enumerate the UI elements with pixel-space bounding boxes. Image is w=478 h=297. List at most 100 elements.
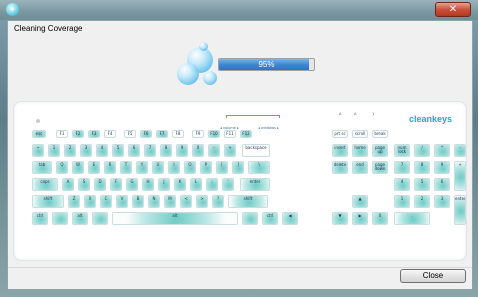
key-label: F10 <box>210 131 218 136</box>
keyboard-key: J <box>158 178 170 191</box>
bubble <box>203 71 217 85</box>
key-label: home <box>354 145 366 150</box>
keyboard-key: X <box>84 195 96 208</box>
key-label: backspace <box>245 145 267 150</box>
progress-label: 95% <box>258 60 275 69</box>
key-label: ; <box>211 179 213 184</box>
key-label: page down <box>374 162 386 172</box>
keyboard-key: Y <box>136 161 148 174</box>
app-icon: ✦ <box>6 3 19 16</box>
key-label: V <box>120 196 124 201</box>
keyboard-key: esc <box>32 130 46 138</box>
coverage-progress-bar: 95% <box>218 58 315 71</box>
key-label: B <box>136 196 140 201</box>
keyboard-key: 9 <box>434 161 450 174</box>
key-label: ] <box>237 162 239 167</box>
keyboard-key: end <box>352 161 368 174</box>
key-label: insert <box>334 145 346 150</box>
key-label: caps <box>40 179 50 184</box>
key-label: P <box>204 162 208 167</box>
fn-legend-bracket <box>226 115 280 118</box>
keyboard-key: ; <box>206 178 218 191</box>
keyboard-key: Q <box>56 161 68 174</box>
key-label: [ <box>221 162 223 167</box>
keyboard-key: + <box>454 161 466 191</box>
lock-indicator-label: A <box>354 112 357 116</box>
keyboard-key: backspace <box>242 144 270 157</box>
key-label: Q <box>60 162 64 167</box>
keyboard-key: 9 <box>176 144 188 157</box>
keyboard-key: Z <box>68 195 80 208</box>
key-label: 2 <box>420 196 424 201</box>
keyboard-key <box>52 212 68 225</box>
key-label: M <box>168 196 172 201</box>
key-label: 9 <box>440 162 444 167</box>
keyboard-key: 8 <box>414 161 430 174</box>
key-label: 5 <box>420 179 424 184</box>
keyboard-key: B <box>132 195 144 208</box>
keyboard-key: O <box>184 161 196 174</box>
key-label: scroll <box>354 131 366 136</box>
key-label: 2 <box>68 145 72 150</box>
keyboard-key: break <box>372 130 388 138</box>
keyboard-key: G <box>126 178 138 191</box>
key-label: alt <box>77 213 83 218</box>
keyboard-key: A <box>62 178 74 191</box>
keyboard-key: W <box>72 161 84 174</box>
key-label: shift <box>243 196 253 201</box>
key-label: F11 <box>226 131 234 136</box>
key-label: 0 <box>378 213 382 218</box>
keyboard-key: C <box>100 195 112 208</box>
key-label: R <box>108 162 112 167</box>
keyboard-key: U <box>152 161 164 174</box>
key-label: ctrl <box>36 213 44 218</box>
key-label: / <box>421 145 423 150</box>
key-label: 4 <box>100 145 104 150</box>
key-label: 6 <box>132 145 136 150</box>
cleaning-coverage-window: Cleaning Coverage 95% cleankeys ◂ volume… <box>7 20 473 290</box>
key-label: end <box>356 162 364 167</box>
keyboard-key: L <box>190 178 202 191</box>
keyboard-key: enter <box>240 178 270 191</box>
keyboard-key <box>242 212 258 225</box>
keyboard-key: 0 <box>372 212 388 225</box>
key-label: J <box>163 179 165 184</box>
key-label: F3 <box>91 131 97 136</box>
key-label: O <box>188 162 192 167</box>
keyboard-key: - <box>208 144 220 157</box>
keyboard-key <box>92 212 108 225</box>
close-button[interactable]: Close <box>400 269 466 283</box>
key-label: delete <box>333 162 347 167</box>
keyboard-key: [ <box>216 161 228 174</box>
key-label: 7 <box>148 145 152 150</box>
key-label: F1 <box>59 131 65 136</box>
key-label: * <box>441 145 443 150</box>
keyboard-coverage-map: cleankeys ◂ volume ▸ ◂ windows ▸ A A 1 esc F… <box>13 101 467 261</box>
keyboard-key: 4 <box>96 144 108 157</box>
keyboard-key: S <box>78 178 90 191</box>
keyboard-key: 1 <box>48 144 60 157</box>
keyboard-key: 6 <box>434 178 450 191</box>
key-label <box>53 213 67 214</box>
keyboard-key: ctrl <box>262 212 278 225</box>
keyboard-key: - <box>454 144 466 157</box>
key-label: 7 <box>400 162 404 167</box>
key-label: K <box>178 179 182 184</box>
key-label: ctrl <box>266 213 274 218</box>
keyboard-key: N <box>148 195 160 208</box>
key-label: T <box>124 162 128 167</box>
keyboard-key: 1 <box>394 195 410 208</box>
keyboard-key: ] <box>232 161 244 174</box>
key-label: 6 <box>440 179 444 184</box>
key-label: C <box>104 196 108 201</box>
keyboard-key: alt <box>72 212 88 225</box>
keyboard-key: ▲ <box>352 195 368 208</box>
window-close-button[interactable]: ✕ <box>435 2 471 17</box>
keyboard-key: tab <box>32 161 52 174</box>
keyboard-key: 4 <box>394 178 410 191</box>
key-label: D <box>98 179 102 184</box>
keyboard-key: alt <box>112 212 238 225</box>
key-label: num lock <box>397 145 407 155</box>
keyboard-key: F12 <box>240 130 252 138</box>
key-label: E <box>92 162 96 167</box>
